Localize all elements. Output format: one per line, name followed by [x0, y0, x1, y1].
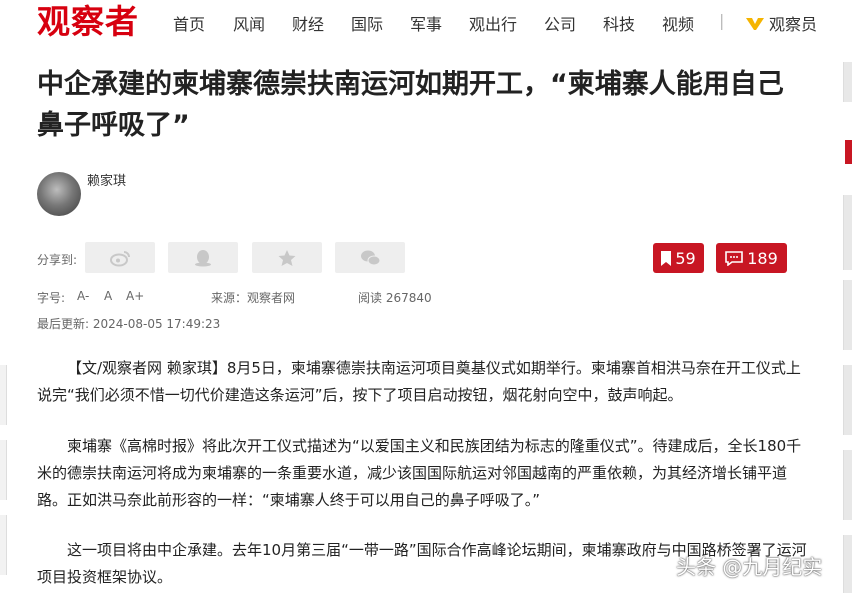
bookmark-button[interactable]: 59	[653, 243, 704, 273]
view-count: 阅读 267840	[358, 291, 432, 305]
member-badge-icon	[745, 14, 765, 32]
share-qq-button[interactable]	[168, 242, 238, 273]
article-source: 来源：观察者网	[211, 291, 296, 305]
nav-separator: |	[719, 11, 725, 30]
bookmark-count: 59	[675, 248, 696, 268]
sidebar-thumbnail[interactable]	[843, 450, 852, 520]
nav-item-military[interactable]: 军事	[410, 11, 442, 35]
wechat-icon	[361, 250, 381, 265]
article-title: 中企承建的柬埔寨德崇扶南运河如期开工，“柬埔寨人能用自己鼻子呼吸了”	[37, 69, 784, 141]
member-label: 观察员	[769, 15, 818, 34]
author-avatar[interactable]	[37, 172, 81, 216]
font-smaller-button[interactable]: A-	[77, 289, 89, 303]
sidebar-thumbnail[interactable]	[843, 195, 852, 270]
font-normal-button[interactable]: A	[104, 289, 112, 303]
share-weibo-button[interactable]	[85, 242, 155, 273]
nav-item-tech[interactable]: 科技	[603, 11, 635, 35]
nav-item-home[interactable]: 首页	[173, 11, 205, 35]
nav-item-international[interactable]: 国际	[351, 11, 383, 35]
comment-count: 189	[747, 248, 778, 268]
sidebar-thumbnail[interactable]	[845, 140, 852, 164]
qzone-star-icon	[278, 249, 296, 266]
sidebar-thumbnail[interactable]	[843, 62, 852, 102]
qq-icon	[195, 249, 211, 266]
weibo-icon	[110, 250, 130, 266]
share-wechat-button[interactable]	[335, 242, 405, 273]
nav-item-video[interactable]: 视频	[662, 11, 694, 35]
comment-icon	[725, 250, 744, 266]
bookmark-icon	[661, 250, 672, 266]
site-logo[interactable]: 观察者	[37, 2, 139, 42]
floating-tool-tab[interactable]	[0, 365, 7, 425]
sidebar-thumbnail[interactable]	[843, 365, 852, 435]
floating-tool-tab[interactable]	[0, 440, 7, 500]
article-paragraph: 【文/观察者网 赖家琪】8月5日，柬埔寨德崇扶南运河项目奠基仪式如期举行。柬埔寨…	[37, 359, 801, 404]
author-name[interactable]: 赖家琪	[87, 170, 126, 189]
last-updated: 最后更新: 2024-08-05 17:49:23	[37, 317, 221, 331]
watermark: 头条 @九月纪实	[676, 555, 823, 579]
comment-button[interactable]: 189	[716, 243, 787, 273]
nav-item-finance[interactable]: 财经	[292, 11, 324, 35]
font-larger-button[interactable]: A+	[126, 289, 144, 303]
nav-item-fengwen[interactable]: 风闻	[233, 11, 265, 35]
nav-item-travel[interactable]: 观出行	[469, 11, 517, 35]
sidebar-thumbnail[interactable]	[843, 535, 852, 593]
nav-item-company[interactable]: 公司	[544, 11, 576, 35]
article-paragraph: 柬埔寨《高棉时报》将此次开工仪式描述为“以爱国主义和民族团结为标志的隆重仪式”。…	[37, 437, 802, 509]
share-label: 分享到:	[37, 253, 78, 267]
share-qzone-button[interactable]	[252, 242, 322, 273]
sidebar-thumbnail[interactable]	[843, 280, 852, 350]
font-size-label: 字号:	[37, 291, 66, 305]
member-link[interactable]: 观察员	[745, 11, 817, 35]
floating-tool-tab[interactable]	[0, 515, 7, 575]
